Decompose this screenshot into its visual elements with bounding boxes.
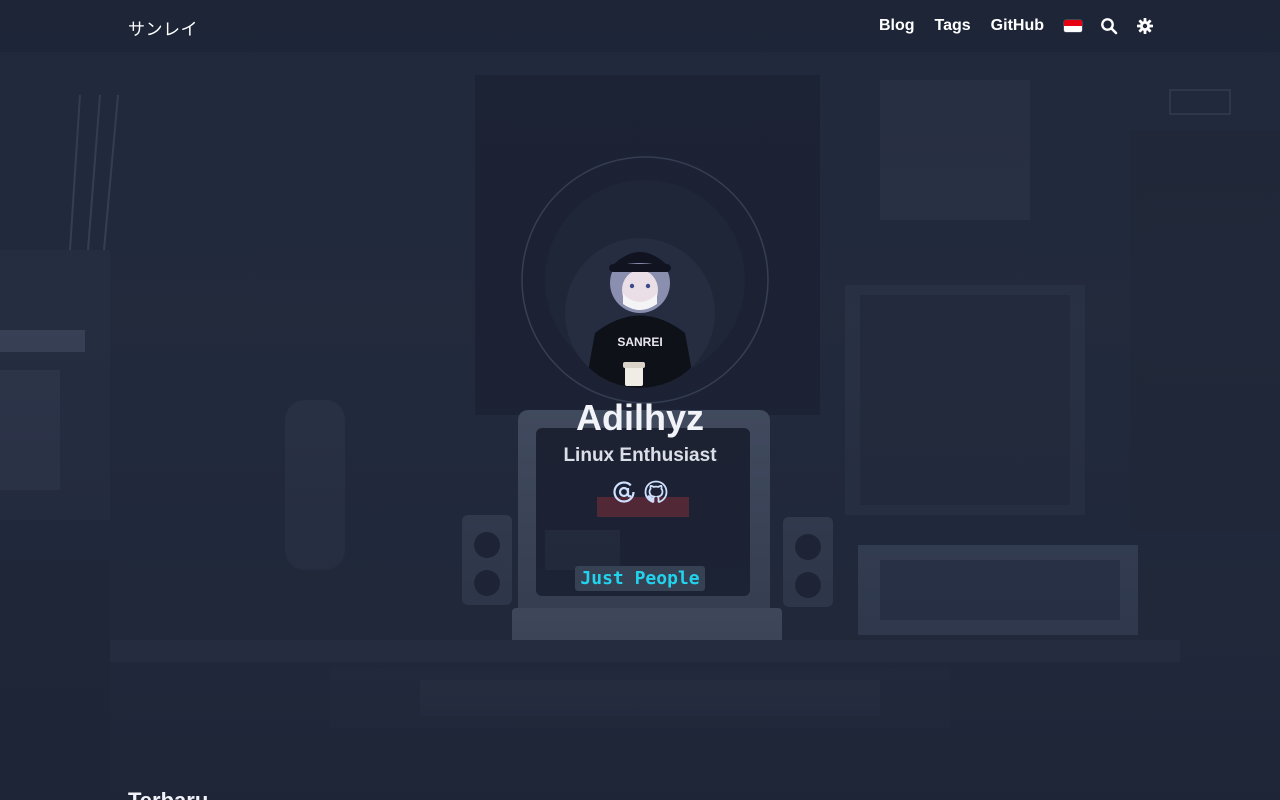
page: サンレイ Blog Tags GitHub SANREI Adilhyz Lin… (0, 0, 1280, 800)
search-icon[interactable] (1100, 17, 1118, 35)
top-navbar: サンレイ Blog Tags GitHub (0, 0, 1280, 52)
github-icon[interactable] (644, 480, 668, 504)
main-nav: Blog Tags GitHub (879, 0, 1154, 52)
nav-blog-link[interactable]: Blog (879, 17, 915, 35)
profile-section: SANREI Adilhyz Linux Enthusiast Just Peo… (0, 238, 1280, 591)
profile-subtitle: Linux Enthusiast (563, 445, 717, 466)
indonesia-flag-icon[interactable] (1064, 20, 1082, 32)
nav-tags-link[interactable]: Tags (935, 17, 971, 35)
profile-tag: Just People (575, 566, 705, 591)
site-logo[interactable]: サンレイ (128, 15, 198, 40)
latest-section-title: Terbaru (128, 788, 208, 800)
avatar: SANREI (565, 238, 715, 388)
avatar-hoodie-text: SANREI (617, 335, 662, 349)
tag-wrapper: Just People (0, 566, 1280, 591)
profile-name: Adilhyz (575, 397, 704, 438)
nav-github-link[interactable]: GitHub (991, 17, 1044, 35)
gear-icon[interactable] (1136, 17, 1154, 35)
email-at-icon[interactable] (612, 480, 636, 504)
social-links (0, 480, 1280, 504)
